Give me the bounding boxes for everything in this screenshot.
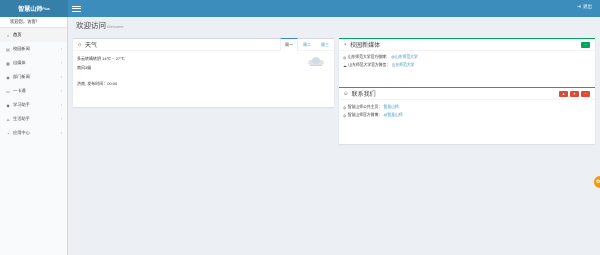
app-logo[interactable]: 智慧山师 Plus bbox=[0, 0, 68, 17]
weather-box: ☼ 天气 周一 周二 周三 多云转晴转阴 14℃ ~ 27℃ 南风3级 济南, … bbox=[73, 37, 334, 108]
pie-chart-icon: ◔ bbox=[6, 130, 10, 136]
sidebar-item-label: 首页 bbox=[13, 32, 22, 37]
cloudy-weather-icon bbox=[306, 57, 326, 67]
weather-publish-time: 济南, 发布时间：00:00 bbox=[77, 81, 118, 86]
card-icon: ▭ bbox=[6, 88, 10, 94]
page-title-text: 欢迎访问 bbox=[76, 21, 106, 30]
weather-title: 天气 bbox=[85, 43, 98, 49]
logo-text: 智慧山师 bbox=[18, 7, 43, 13]
sidebar-item-1[interactable]: ▤ 校园新闻 ‹ bbox=[0, 42, 67, 56]
collapse-button[interactable]: − bbox=[581, 42, 590, 48]
sidebar-item-label: 生活助手 bbox=[13, 116, 30, 121]
wechat-icon: ☁ bbox=[343, 64, 347, 68]
chevron-left-icon: ‹ bbox=[60, 131, 62, 135]
sidebar-toggle-button[interactable] bbox=[72, 4, 81, 13]
coffee-icon: ☕ bbox=[6, 116, 10, 122]
media-title: 校园新媒体 bbox=[350, 43, 381, 49]
minimize-button[interactable]: − bbox=[581, 91, 590, 97]
media-icon: ▦ bbox=[6, 60, 10, 66]
sign-out-icon: ⇥ bbox=[576, 4, 581, 10]
main-content: 欢迎访问Welcome ☼ 天气 周一 周二 周三 多云转晴转阴 14℃ ~ 2… bbox=[68, 17, 600, 255]
tab-tuesday[interactable]: 周二 bbox=[298, 39, 316, 51]
weather-condition: 多云转晴转阴 14℃ ~ 27℃ bbox=[77, 56, 125, 61]
tab-monday[interactable]: 周一 bbox=[280, 37, 298, 51]
media-line-weibo: ◎ 山东师范大学官方微博： @山东师范大学 bbox=[343, 55, 418, 60]
send-button[interactable]: ✈ bbox=[570, 91, 579, 97]
cog-icon: ✿ bbox=[596, 179, 600, 185]
chevron-left-icon: ‹ bbox=[60, 103, 62, 107]
sidebar-item-6[interactable]: ☕ 生活助手 ‹ bbox=[0, 112, 67, 126]
page-title: 欢迎访问Welcome bbox=[76, 20, 124, 31]
sidebar-item-0[interactable]: ⌂ 首页 bbox=[0, 28, 67, 42]
top-navbar: ⇥ 退出 bbox=[68, 0, 600, 17]
sidebar-item-label: 自媒体 bbox=[13, 60, 26, 65]
media-box-header: ♀ 校园新媒体 − bbox=[339, 39, 595, 51]
floating-action-button[interactable]: ✿ bbox=[594, 176, 600, 188]
chevron-left-icon: ‹ bbox=[60, 75, 62, 79]
weibo-icon: ◎ bbox=[343, 106, 347, 110]
logo-sup: Plus bbox=[42, 6, 50, 11]
sidebar-item-label: 校园新闻 bbox=[13, 46, 30, 51]
welcome-text: 欢迎您，访客！ bbox=[0, 17, 67, 28]
paper-plane-icon: ✈ bbox=[573, 92, 576, 96]
contact-box-header: ☺ 联系我们 ▲ ✈ − bbox=[339, 88, 595, 100]
chevron-left-icon: ‹ bbox=[60, 61, 62, 65]
weather-day-tabs: 周一 周二 周三 bbox=[280, 37, 334, 51]
weibo-icon: ◎ bbox=[343, 56, 347, 60]
sidebar-item-label: 应用中心 bbox=[13, 130, 30, 135]
minus-icon: − bbox=[584, 92, 587, 96]
logout-label: 退出 bbox=[583, 4, 592, 9]
sidebar-item-7[interactable]: ◔ 应用中心 ‹ bbox=[0, 126, 67, 140]
contact-box: ☺ 联系我们 ▲ ✈ − ◎ 智慧山师公共主页： 智慧山师 ◎ 智慧山师官方微博… bbox=[339, 87, 595, 144]
home-icon: ⌂ bbox=[6, 32, 10, 38]
chevron-left-icon: ‹ bbox=[60, 47, 62, 51]
share-button[interactable]: ▲ bbox=[559, 91, 568, 97]
contact-homepage-link[interactable]: 智慧山师 bbox=[384, 105, 399, 110]
minus-icon: − bbox=[584, 43, 587, 47]
media-line-prefix: 山东师范大学官方微信： bbox=[348, 63, 391, 67]
weather-box-header: ☼ 天气 周一 周二 周三 bbox=[73, 37, 334, 51]
page-subtitle: Welcome bbox=[107, 24, 124, 29]
media-wechat-link[interactable]: 山东师范大学 bbox=[392, 63, 415, 68]
contact-weibo-link[interactable]: @智慧山师 bbox=[384, 113, 403, 118]
chevron-left-icon: ‹ bbox=[60, 89, 62, 93]
sidebar-item-label: 学习助手 bbox=[13, 102, 30, 107]
sidebar: 欢迎您，访客！ ⌂ 首页 ▤ 校园新闻 ‹ ▦ 自媒体 ‹ ◉ 部门新闻 ‹ ▭ 一卡通 ‹ ◆ 学习助手 ‹ ☕… bbox=[0, 17, 68, 255]
sidebar-item-2[interactable]: ▦ 自媒体 ‹ bbox=[0, 56, 67, 70]
weather-wind: 南风3级 bbox=[77, 65, 92, 70]
lightbulb-icon: ♀ bbox=[343, 41, 348, 48]
logout-button[interactable]: ⇥ 退出 bbox=[577, 4, 592, 10]
graduation-cap-icon: ◆ bbox=[6, 102, 10, 108]
sidebar-item-3[interactable]: ◉ 部门新闻 ‹ bbox=[0, 70, 67, 84]
weather-body: 多云转晴转阴 14℃ ~ 27℃ 南风3级 济南, 发布时间：00:00 bbox=[73, 51, 334, 108]
sun-icon: ☼ bbox=[77, 41, 83, 48]
sidebar-item-5[interactable]: ◆ 学习助手 ‹ bbox=[0, 98, 67, 112]
media-weibo-link[interactable]: @山东师范大学 bbox=[391, 55, 418, 60]
contact-line-prefix: 智慧山师公共主页： bbox=[347, 105, 382, 109]
user-icon: ☺ bbox=[343, 90, 349, 97]
sidebar-item-4[interactable]: ▭ 一卡通 ‹ bbox=[0, 84, 67, 98]
sidebar-item-label: 部门新闻 bbox=[13, 74, 30, 79]
media-line-wechat: ☁ 山东师范大学官方微信： 山东师范大学 bbox=[343, 63, 414, 68]
weibo-icon: ◎ bbox=[343, 114, 347, 118]
news-icon: ▤ bbox=[6, 46, 10, 52]
chevron-left-icon: ‹ bbox=[60, 117, 62, 121]
up-arrow-icon: ▲ bbox=[561, 92, 566, 96]
contact-line-prefix: 智慧山师官方微博： bbox=[347, 113, 382, 117]
media-line-prefix: 山东师范大学官方微博： bbox=[347, 55, 390, 59]
rss-icon: ◉ bbox=[6, 74, 10, 80]
tab-wednesday[interactable]: 周三 bbox=[316, 39, 334, 51]
sidebar-menu: ⌂ 首页 ▤ 校园新闻 ‹ ▦ 自媒体 ‹ ◉ 部门新闻 ‹ ▭ 一卡通 ‹ ◆ 学习助手 ‹ ☕ 生活助手 ‹ ◔ 应用… bbox=[0, 28, 67, 140]
sidebar-item-label: 一卡通 bbox=[13, 88, 26, 93]
contact-line-weibo: ◎ 智慧山师官方微博： @智慧山师 bbox=[343, 113, 403, 118]
contact-title: 联系我们 bbox=[351, 92, 376, 98]
contact-line-homepage: ◎ 智慧山师公共主页： 智慧山师 bbox=[343, 105, 399, 110]
